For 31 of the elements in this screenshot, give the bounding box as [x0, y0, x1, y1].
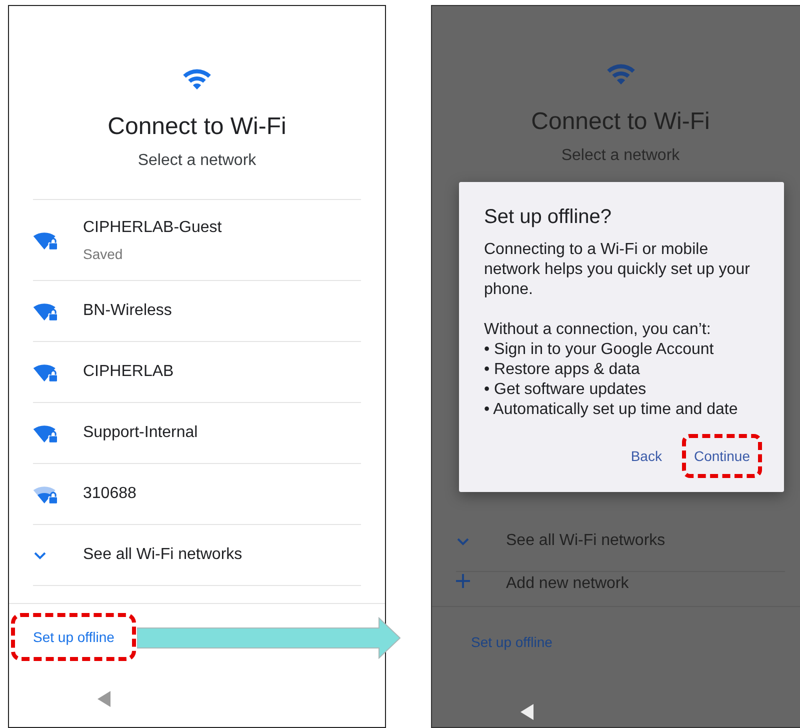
list-action[interactable]: See all Wi-Fi networks	[33, 525, 361, 586]
network-status: Saved	[83, 246, 124, 262]
dialog-text: Connecting to a Wi-Fi or mobile network helps you quickly set up your phone.	[484, 240, 751, 300]
screen-subtitle: Select a network	[138, 151, 256, 171]
dialog-title: Set up offline?	[484, 205, 613, 230]
bullet-item: • Get software updates	[484, 380, 648, 400]
network-item[interactable]: CIPHERLAB	[33, 342, 361, 403]
back-icon	[96, 691, 112, 707]
network-name: CIPHERLAB	[83, 362, 174, 382]
network-name: 310688	[83, 484, 136, 504]
chevron-down-icon	[456, 536, 470, 546]
dialog-button[interactable]: Continue	[682, 434, 762, 478]
network-name: CIPHERLAB-Guest	[83, 218, 222, 238]
network-item[interactable]: CIPHERLAB-Guest Saved	[33, 200, 361, 281]
back-icon	[519, 704, 535, 720]
network-item[interactable]: BN-Wireless	[33, 281, 361, 342]
bullet-item: • Restore apps & data	[484, 360, 641, 380]
offline-link[interactable]: Set up offline	[11, 613, 136, 661]
screen-title: Connect to Wi-Fi	[108, 112, 286, 142]
network-item[interactable]: Support-Internal	[33, 403, 361, 464]
chevron-down-icon	[33, 550, 47, 560]
plus-icon	[456, 574, 470, 588]
bullet-item: • Sign in to your Google Account	[484, 340, 715, 360]
network-name: Support-Internal	[83, 423, 198, 443]
bullet-item: • Automatically set up time and date	[484, 400, 739, 420]
dialog-button[interactable]: Back	[618, 434, 674, 478]
screen-subtitle: Select a network	[561, 146, 680, 166]
dialog-text: Without a connection, you can’t:	[484, 320, 712, 340]
network-name: BN-Wireless	[83, 301, 172, 321]
screen-title: Connect to Wi-Fi	[531, 107, 710, 137]
network-item[interactable]: 310688	[33, 464, 361, 525]
